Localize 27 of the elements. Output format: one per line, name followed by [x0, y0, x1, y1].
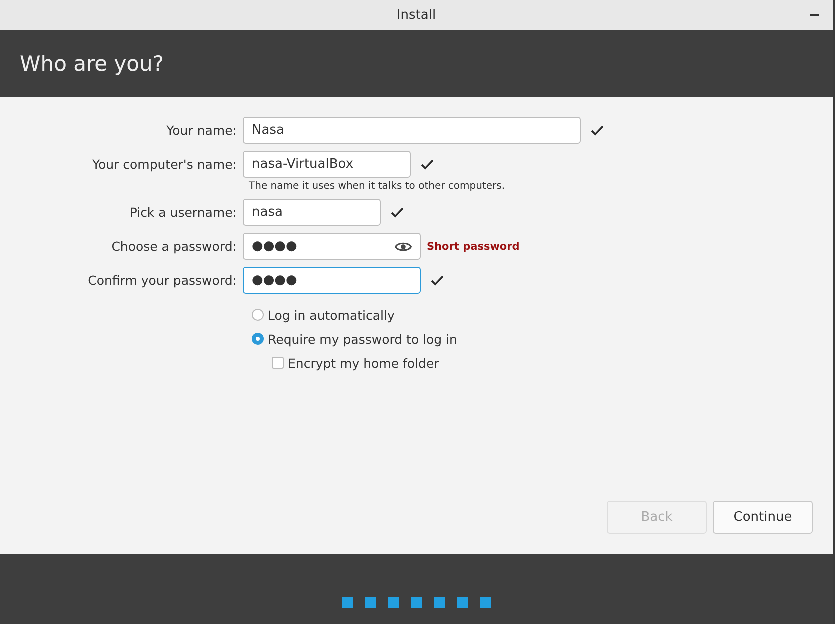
- checkmark-icon: [591, 125, 604, 136]
- field-label: Confirm your password:: [87, 273, 238, 288]
- page-title: Who are you?: [20, 52, 164, 76]
- checkmark-icon: [421, 159, 434, 170]
- continue-button[interactable]: Continue: [713, 501, 813, 534]
- text-field[interactable]: nasa: [243, 199, 381, 226]
- minimize-icon[interactable]: [810, 14, 819, 16]
- text-field[interactable]: nasa-VirtualBox: [243, 151, 411, 178]
- option-label: Log in automatically: [268, 308, 395, 322]
- field-label: Your name:: [166, 123, 238, 138]
- error-message: Short password: [427, 240, 520, 252]
- radio-button[interactable]: [252, 309, 264, 321]
- field-label: Pick a username:: [128, 205, 238, 220]
- eye-icon[interactable]: [395, 240, 412, 252]
- password-field[interactable]: ●●●●: [243, 233, 421, 260]
- checkmark-icon: [431, 275, 444, 286]
- radio-button[interactable]: [252, 333, 264, 345]
- checkmark-icon: [391, 207, 404, 218]
- option-label: Encrypt my home folder: [288, 356, 440, 370]
- text-field[interactable]: Nasa: [243, 117, 581, 144]
- window-title: Install: [396, 8, 436, 22]
- option-label: Require my password to log in: [268, 332, 458, 346]
- hint-text: The name it uses when it talks to other computers.: [249, 181, 506, 192]
- field-label: Choose a password:: [110, 239, 238, 254]
- field-label: Your computer's name:: [91, 157, 238, 172]
- checkbox[interactable]: [272, 357, 284, 369]
- password-field[interactable]: ●●●●: [243, 267, 421, 294]
